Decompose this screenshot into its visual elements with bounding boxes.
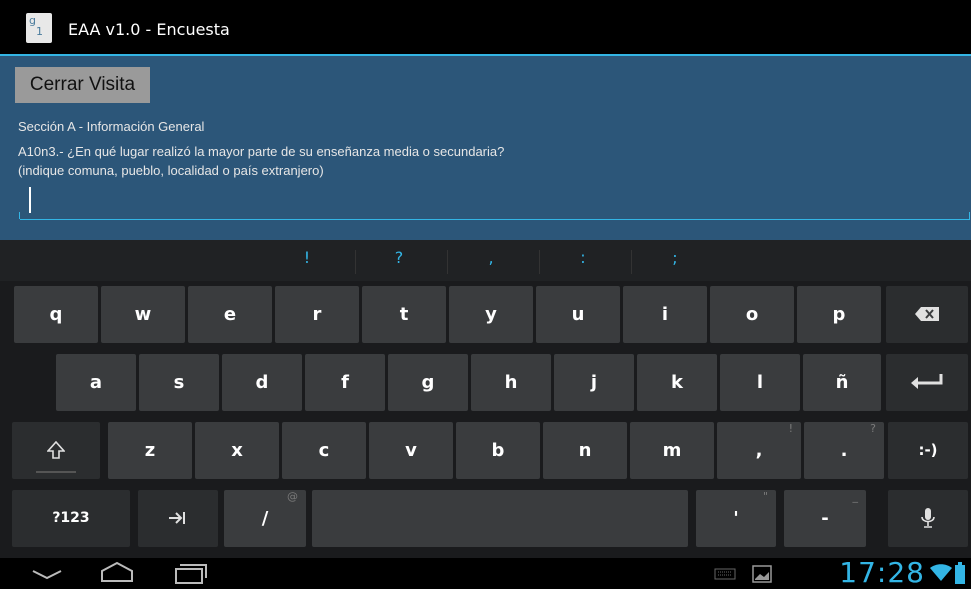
key-r[interactable]: r [275,286,359,343]
screenshot-notification-icon [752,565,772,583]
section-title: Sección A - Información General [18,119,205,134]
key-c[interactable]: c [282,422,366,479]
enter-icon [911,374,943,389]
enter-key[interactable] [886,354,968,411]
backspace-key[interactable] [886,286,968,343]
key-p[interactable]: p [797,286,881,343]
suggestion-colon[interactable]: : [548,248,618,267]
key-period-label: . [840,440,848,461]
app-icon: g1 [26,13,52,43]
key-apostrophe-label: ' [733,508,739,529]
key-period[interactable]: . ? [804,422,884,479]
key-comma-label: , [755,440,763,461]
key-e[interactable]: e [188,286,272,343]
tab-key[interactable] [138,490,218,547]
text-cursor [29,187,31,213]
smiley-key[interactable]: :-) [888,422,968,479]
keyboard-status-icon [714,568,736,580]
suggestion-exclamation[interactable]: ! [272,248,342,267]
shift-key[interactable] [12,422,100,479]
key-j[interactable]: j [554,354,634,411]
key-comma[interactable]: , ! [717,422,801,479]
hide-keyboard-icon[interactable] [32,570,62,580]
symbols-mode-key[interactable]: ?123 [12,490,130,547]
home-icon[interactable] [100,561,134,583]
key-g[interactable]: g [388,354,468,411]
key-y[interactable]: y [449,286,533,343]
key-dash-label: - [821,508,829,529]
key-period-sub: ? [870,422,876,435]
key-slash-label: / [261,508,269,529]
key-v[interactable]: v [369,422,453,479]
key-t[interactable]: t [362,286,446,343]
key-s[interactable]: s [139,354,219,411]
backspace-icon [915,307,939,321]
key-i[interactable]: i [623,286,707,343]
soft-keyboard: ! ? , : ; q w e r t y u i o p a s d f g … [0,240,971,558]
key-k[interactable]: k [637,354,717,411]
suggestion-question[interactable]: ? [364,248,434,267]
key-m[interactable]: m [630,422,714,479]
survey-form: Cerrar Visita Sección A - Información Ge… [0,56,971,240]
key-n[interactable]: n [543,422,627,479]
key-o[interactable]: o [710,286,794,343]
key-l[interactable]: l [720,354,800,411]
question-hint: (indique comuna, pueblo, localidad o paí… [18,163,324,178]
key-a[interactable]: a [56,354,136,411]
suggestion-bar: ! ? , : ; [0,240,971,281]
recent-apps-icon[interactable] [174,562,208,584]
space-key[interactable] [312,490,688,547]
shift-icon [46,440,66,459]
answer-input[interactable] [19,187,970,220]
title-bar: g1 EAA v1.0 - Encuesta [0,0,971,56]
key-z[interactable]: z [108,422,192,479]
microphone-icon [921,508,935,528]
question-text: A10n3.- ¿En qué lugar realizó la mayor p… [18,144,505,159]
tab-icon [169,512,185,524]
app-title: EAA v1.0 - Encuesta [68,20,230,39]
key-q[interactable]: q [14,286,98,343]
key-h[interactable]: h [471,354,551,411]
key-apostrophe-sub: " [762,490,768,503]
voice-input-key[interactable] [888,490,968,547]
key-slash-sub: @ [287,490,298,503]
wifi-icon [930,564,952,581]
key-u[interactable]: u [536,286,620,343]
key-dash-sub: _ [852,490,859,503]
key-dash[interactable]: - _ [784,490,866,547]
key-slash[interactable]: / @ [224,490,306,547]
suggestion-comma[interactable]: , [456,248,526,267]
key-x[interactable]: x [195,422,279,479]
suggestion-semicolon[interactable]: ; [640,248,710,267]
key-n-tilde[interactable]: ñ [803,354,881,411]
key-comma-sub: ! [788,422,793,435]
key-w[interactable]: w [101,286,185,343]
key-apostrophe[interactable]: ' " [696,490,776,547]
system-bar: 17:28 [0,556,971,589]
key-d[interactable]: d [222,354,302,411]
clock: 17:28 [839,556,925,589]
close-visit-button[interactable]: Cerrar Visita [15,67,150,103]
key-b[interactable]: b [456,422,540,479]
key-f[interactable]: f [305,354,385,411]
battery-icon [955,562,965,584]
